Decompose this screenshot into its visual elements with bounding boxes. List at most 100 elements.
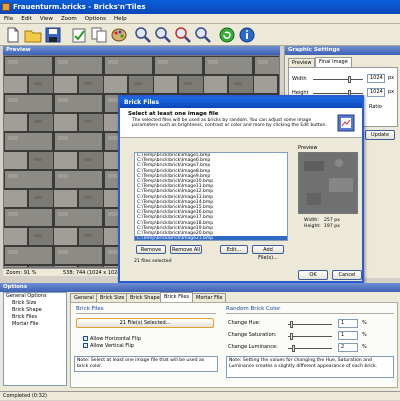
saturation-label: Change Saturation: — [228, 332, 277, 338]
menu-zoom[interactable]: Zoom — [57, 14, 81, 24]
dialog-description: The selected files will be used as brick… — [132, 118, 327, 129]
save-icon[interactable] — [44, 26, 62, 44]
open-folder-icon[interactable] — [24, 26, 42, 44]
files-selected-count: 21 files selected — [134, 259, 172, 264]
refresh-icon[interactable] — [218, 26, 236, 44]
cursor-coords: 538; 744 — [63, 270, 86, 276]
menu-options[interactable]: Options — [81, 14, 110, 24]
tree-general-options[interactable]: General Options — [4, 293, 66, 300]
dialog-title: Brick Files — [120, 97, 362, 108]
width-label: Width — [292, 76, 307, 82]
brick-texture-image — [299, 153, 357, 213]
tab-brick-shape[interactable]: Brick Shape — [126, 293, 164, 302]
tab-general[interactable]: General — [70, 293, 98, 302]
luminance-label: Change Luminance: — [228, 344, 278, 350]
hue-unit: % — [362, 320, 367, 326]
title-bar: Frauenturm.bricks - Bricks'n'Tiles — [0, 0, 400, 14]
menu-help[interactable]: Help — [110, 14, 131, 24]
zoom-in-icon[interactable] — [134, 26, 152, 44]
tab-preview[interactable]: Preview — [288, 58, 316, 67]
random-color-divider — [226, 313, 394, 314]
brick-file-list[interactable]: C:\Temp\brick\brick\Image5.bmp C:\Temp\br… — [134, 152, 288, 241]
brick-thumbnail — [298, 152, 358, 214]
zoom-fit-icon[interactable] — [174, 26, 192, 44]
file-list-item[interactable]: C:\Temp\brick\brick\Image21.bmp — [135, 236, 287, 240]
checkbox-vertical-flip[interactable]: ✓ — [83, 343, 88, 348]
zoom-100-icon[interactable] — [194, 26, 212, 44]
thumb-width-label: Width: — [304, 218, 319, 223]
saturation-slider[interactable] — [288, 333, 332, 340]
toolbar — [0, 24, 400, 46]
width-slider[interactable] — [313, 76, 363, 83]
allow-vertical-flip-label: Allow Vertical Flip — [90, 343, 135, 349]
height-slider[interactable] — [313, 90, 363, 97]
random-color-group-label: Random Brick Color — [226, 306, 281, 312]
saturation-unit: % — [362, 332, 367, 338]
allow-horizontal-flip[interactable]: ✓ Allow Horizontal Flip — [83, 336, 141, 342]
tab-brick-files[interactable]: Brick Files — [160, 292, 194, 302]
saturation-field[interactable]: 1 — [338, 331, 358, 340]
width-field[interactable]: 1024 — [367, 74, 385, 83]
thumb-width-value: 257 px — [324, 218, 340, 223]
checkbox-horizontal-flip[interactable]: ✓ — [83, 336, 88, 341]
tab-final-image[interactable]: Final Image — [315, 57, 352, 67]
info-icon[interactable] — [238, 26, 256, 44]
brick-files-group-label: Brick Files — [76, 306, 104, 312]
hue-label: Change Hue: — [228, 320, 261, 326]
thumb-height-value: 197 px — [324, 224, 340, 229]
allow-vertical-flip[interactable]: ✓ Allow Vertical Flip — [83, 343, 134, 349]
tab-mortar-file[interactable]: Mortar File — [192, 293, 227, 302]
window-title: Frauenturm.bricks - Bricks'n'Tiles — [13, 3, 146, 11]
zoom-readout: Zoom: 91 % — [6, 270, 37, 276]
random-color-note: Note: Setting the values for changing th… — [226, 356, 394, 378]
menu-view[interactable]: View — [36, 14, 57, 24]
menu-bar: File Edit View Zoom Options Help — [0, 14, 400, 24]
height-unit: px — [388, 89, 395, 95]
width-slider-thumb[interactable] — [348, 76, 351, 83]
menu-edit[interactable]: Edit — [17, 14, 36, 24]
luminance-slider[interactable] — [288, 345, 332, 352]
remove-all-button[interactable]: Remove All — [170, 245, 202, 254]
options-tree[interactable]: General Options Brick Size Brick Shape B… — [3, 292, 67, 386]
ok-button[interactable]: OK — [298, 270, 328, 280]
dialog-preview-label: Preview — [298, 145, 318, 151]
graphic-settings-header: Graphic Settings — [285, 46, 400, 55]
status-bar: Completed (0:32) — [0, 391, 400, 400]
tab-brick-size[interactable]: Brick Size — [96, 293, 129, 302]
saturation-slider-thumb[interactable] — [290, 333, 293, 340]
brick-files-dialog: Brick Files Select at least one image fi… — [118, 95, 364, 283]
luminance-unit: % — [362, 344, 367, 350]
zoom-out-icon[interactable] — [154, 26, 172, 44]
options-header: Options — [0, 283, 400, 292]
tree-brick-size[interactable]: Brick Size — [4, 300, 66, 307]
dialog-heading: Select at least one image file — [128, 111, 219, 117]
thumb-height-label: Height: — [304, 224, 321, 229]
height-field[interactable]: 1024 — [367, 88, 385, 97]
cancel-button[interactable]: Cancel — [332, 270, 362, 280]
new-file-icon[interactable] — [4, 26, 22, 44]
remove-button[interactable]: Remove — [136, 245, 166, 254]
tree-brick-files[interactable]: Brick Files — [4, 314, 66, 321]
tree-mortar-file[interactable]: Mortar File — [4, 321, 66, 328]
files-selected-button[interactable]: 21 File(s) Selected... — [76, 318, 214, 328]
update-button[interactable]: Update — [365, 130, 395, 140]
app-icon — [2, 3, 10, 11]
copy-icon[interactable] — [90, 26, 108, 44]
palette-icon[interactable] — [110, 26, 128, 44]
add-files-button[interactable]: Add File(s)... — [252, 245, 284, 261]
ratio-label: Ratio — [369, 104, 382, 110]
brick-files-note: Note: Select at least one image file tha… — [74, 356, 218, 372]
luminance-field[interactable]: 2 — [338, 343, 358, 352]
dialog-header: Select at least one image file The selec… — [120, 108, 362, 138]
luminance-slider-thumb[interactable] — [292, 345, 295, 352]
hue-slider-thumb[interactable] — [290, 321, 293, 328]
width-unit: px — [388, 75, 395, 81]
preview-header: Preview — [3, 46, 280, 55]
tree-brick-shape[interactable]: Brick Shape — [4, 307, 66, 314]
menu-file[interactable]: File — [0, 14, 17, 24]
edit-button[interactable]: Edit... — [220, 245, 248, 254]
hue-slider[interactable] — [288, 321, 332, 328]
paste-bricks-icon[interactable] — [70, 26, 88, 44]
brick-files-icon — [337, 114, 355, 132]
hue-field[interactable]: 1 — [338, 319, 358, 328]
